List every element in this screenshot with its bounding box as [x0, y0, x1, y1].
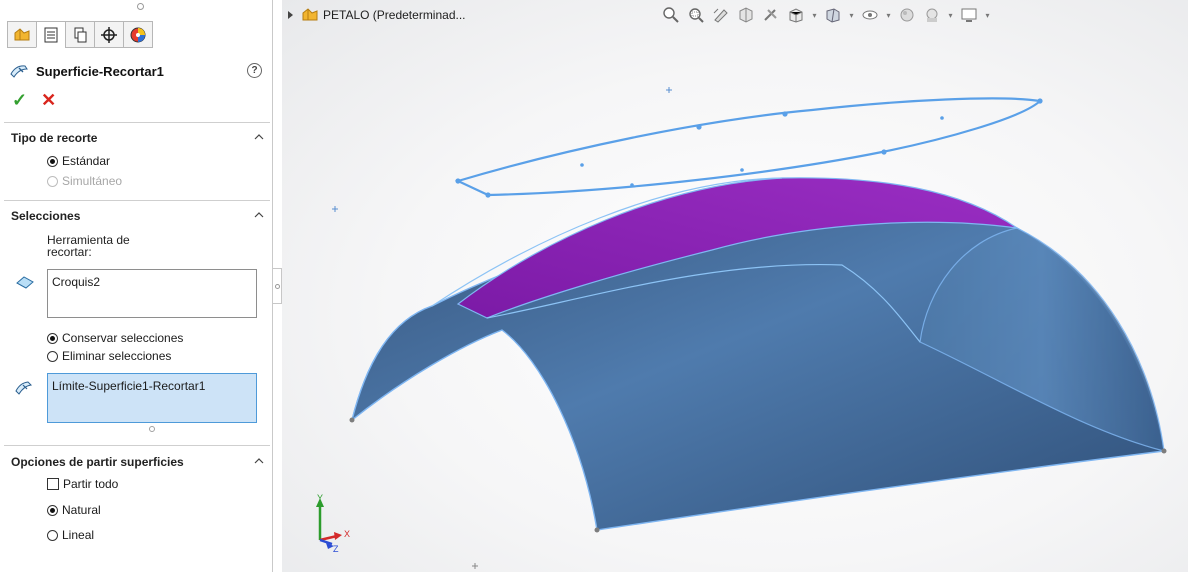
configurationmanager-icon	[74, 27, 87, 42]
propertymanager-icon	[44, 27, 58, 42]
trim-tool-selection-box[interactable]: Croquis2	[47, 269, 257, 318]
divider	[4, 200, 270, 201]
vertex[interactable]	[349, 417, 355, 423]
configurationmanager-tab[interactable]	[65, 21, 95, 48]
ok-cancel-row: ✓ ✕	[12, 91, 56, 109]
radio-simultaneous-indicator[interactable]	[47, 175, 58, 187]
panel-resize-grip[interactable]	[137, 3, 144, 10]
section-header-trim-type[interactable]: Tipo de recorte	[11, 131, 97, 145]
split-all-checkbox[interactable]	[47, 478, 59, 490]
radio-natural[interactable]: Natural	[47, 503, 101, 517]
radio-keep-selections[interactable]: Conservar selecciones	[47, 331, 183, 345]
pieces-selection-icon	[15, 381, 33, 395]
pieces-to-keep-box[interactable]: Límite-Superficie1-Recortar1	[47, 373, 257, 423]
featuremanager-icon	[14, 27, 30, 40]
model-scene[interactable]: Y X Z	[282, 0, 1188, 572]
displaymanager-icon	[130, 27, 146, 42]
radio-linear-indicator[interactable]	[47, 529, 58, 541]
dimxpert-tab[interactable]	[94, 21, 124, 48]
radio-natural-indicator[interactable]	[47, 504, 58, 516]
ok-button[interactable]: ✓	[12, 91, 27, 109]
radio-remove-indicator[interactable]	[47, 350, 58, 362]
chevron-up-icon[interactable]	[254, 456, 264, 466]
radio-standard-indicator[interactable]	[47, 155, 58, 167]
trim-tool-selection-icon	[16, 276, 34, 289]
triad-y-label: Y	[317, 493, 323, 503]
chevron-up-icon[interactable]	[254, 132, 264, 142]
displaymanager-tab[interactable]	[123, 21, 153, 48]
triad-x-label: X	[344, 529, 350, 539]
radio-keep-label: Conservar selecciones	[62, 331, 184, 345]
panel-collapse-handle[interactable]	[273, 268, 282, 304]
property-manager-panel: Superficie-Recortar1 ? ✓ ✕ Tipo de recor…	[0, 0, 273, 572]
reference-triad: Y X Z	[316, 493, 350, 554]
help-button[interactable]: ?	[247, 63, 262, 78]
pieces-to-keep-value[interactable]: Límite-Superficie1-Recortar1	[52, 379, 205, 393]
vertex[interactable]	[1161, 448, 1167, 454]
split-all-label: Partir todo	[63, 477, 119, 491]
listbox-resize-grip[interactable]	[149, 426, 155, 432]
radio-remove-selections[interactable]: Eliminar selecciones	[47, 349, 171, 363]
radio-standard[interactable]: Estándar	[47, 154, 110, 168]
vertex[interactable]	[594, 527, 600, 533]
radio-simultaneous[interactable]: Simultáneo	[47, 174, 122, 188]
graphics-area[interactable]: PETALO (Predeterminad... ▾ ▾ ▾ ▾ ▾ Y X Z	[282, 0, 1188, 572]
manager-tabs	[7, 21, 153, 48]
feature-header: Superficie-Recortar1 ?	[10, 61, 262, 81]
chevron-up-icon[interactable]	[254, 210, 264, 220]
section-header-split-options[interactable]: Opciones de partir superficies	[11, 455, 184, 469]
propertymanager-tab[interactable]	[36, 21, 66, 48]
radio-keep-indicator[interactable]	[47, 332, 58, 344]
trim-tool-value[interactable]: Croquis2	[52, 275, 100, 289]
trim-tool-label-line2: recortar:	[47, 245, 92, 259]
radio-linear[interactable]: Lineal	[47, 528, 94, 542]
radio-remove-label: Eliminar selecciones	[62, 349, 172, 363]
feature-title: Superficie-Recortar1	[36, 63, 164, 79]
section-header-selections[interactable]: Selecciones	[11, 209, 80, 223]
radio-simultaneous-label: Simultáneo	[62, 174, 123, 188]
triad-z-label: Z	[333, 544, 339, 554]
radio-standard-label: Estándar	[62, 154, 111, 168]
trim-surface-icon	[10, 65, 28, 78]
featuremanager-tab[interactable]	[7, 21, 37, 48]
radio-linear-label: Lineal	[62, 528, 95, 542]
radio-natural-label: Natural	[62, 503, 101, 517]
dimxpert-icon	[101, 26, 117, 43]
divider	[4, 122, 270, 123]
divider	[4, 445, 270, 446]
cancel-button[interactable]: ✕	[41, 91, 56, 109]
checkbox-split-all[interactable]: Partir todo	[47, 477, 118, 491]
